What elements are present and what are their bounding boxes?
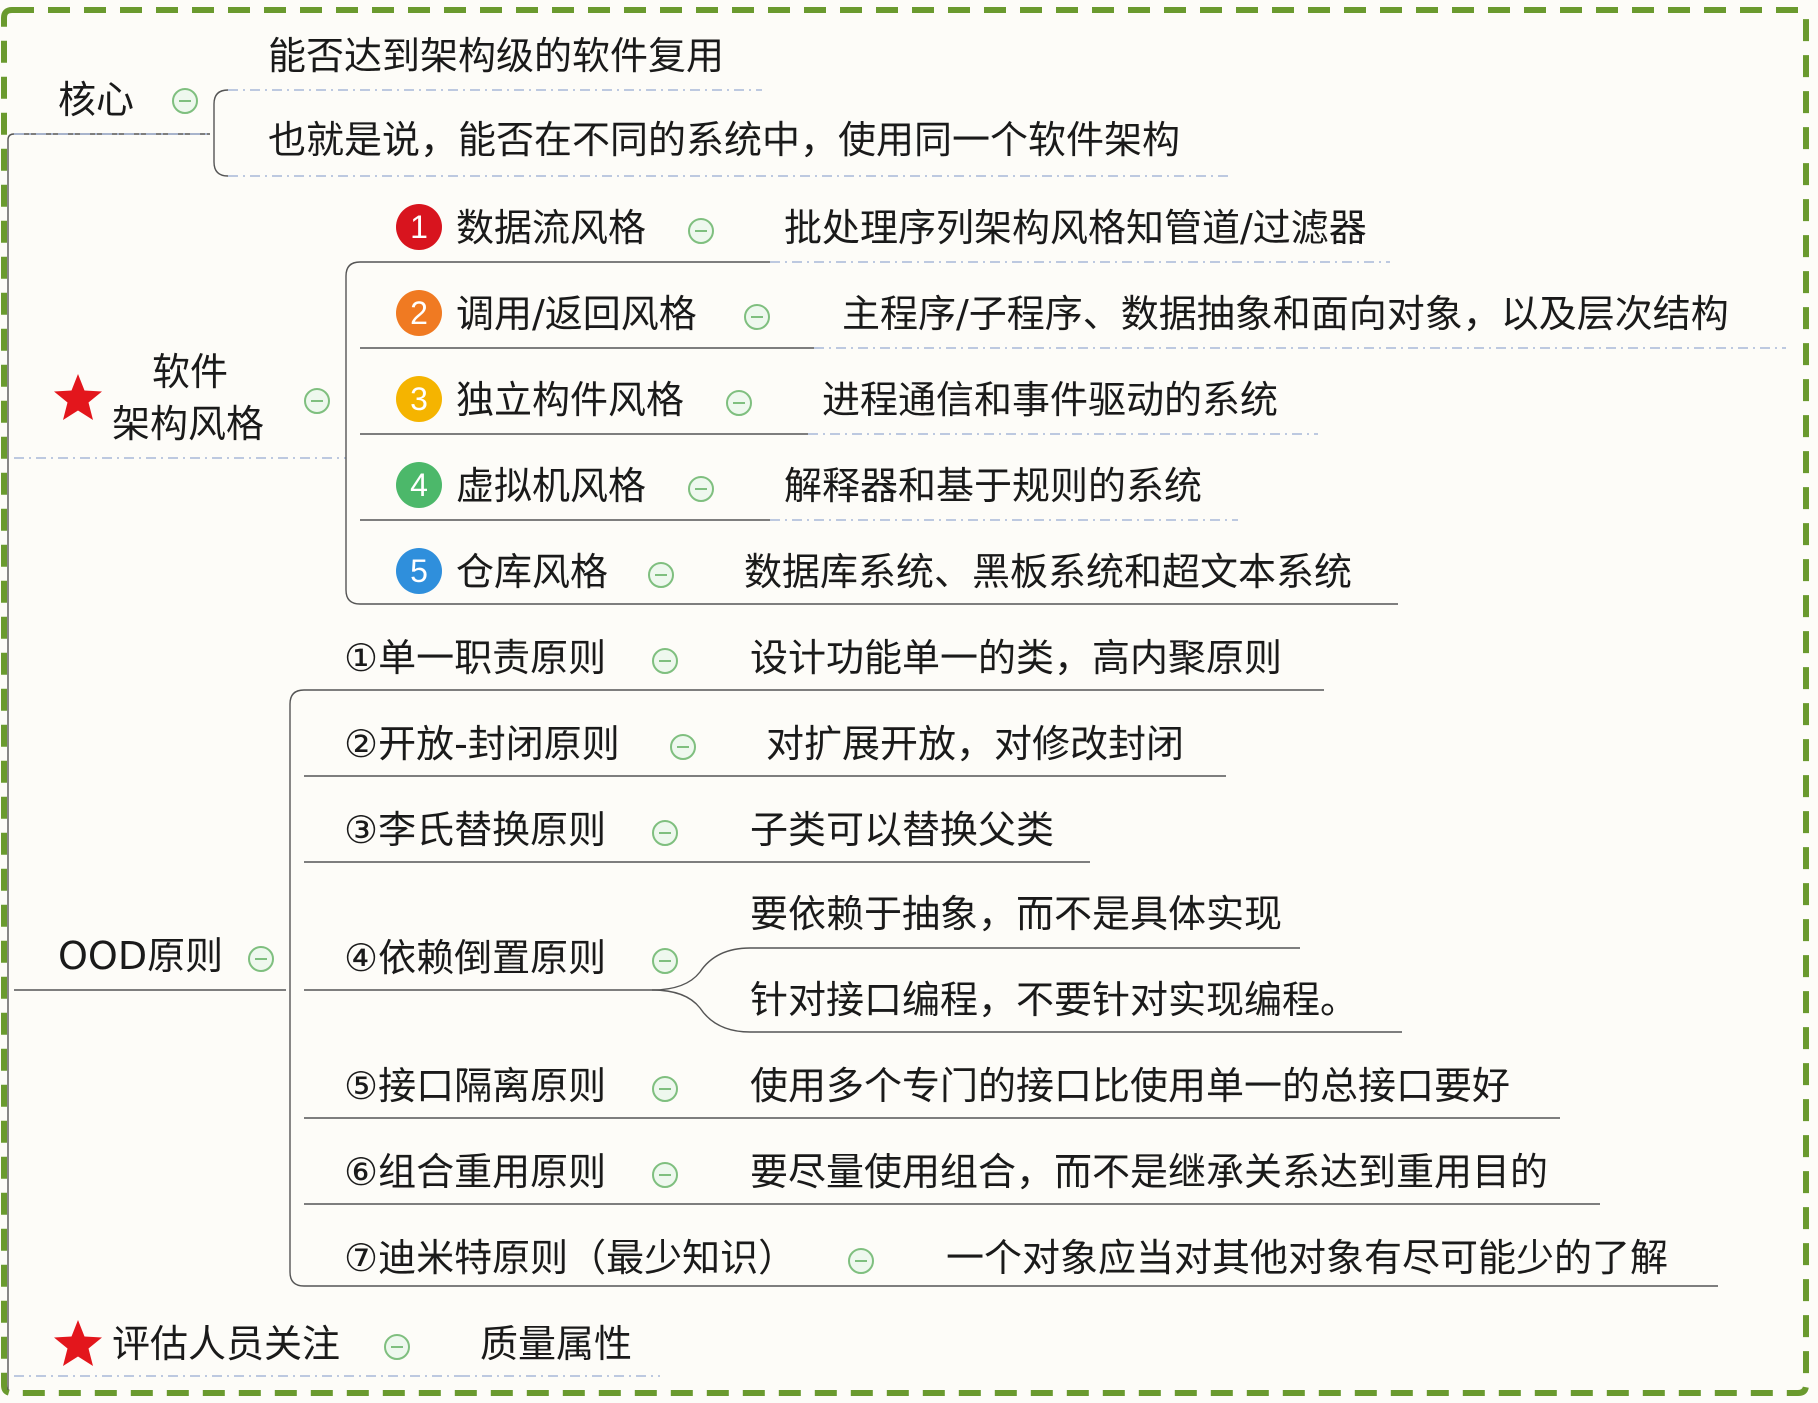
node-style-5[interactable]: 仓库风格 [456, 550, 608, 596]
node-style-3[interactable]: 独立构件风格 [456, 378, 684, 424]
collapse-icon[interactable] [670, 734, 696, 760]
node-ood-5[interactable]: ⑤接口隔离原则 [344, 1064, 606, 1110]
node-ood-3-desc[interactable]: 子类可以替换父类 [750, 808, 1054, 854]
node-style-2-desc[interactable]: 主程序/子程序、数据抽象和面向对象，以及层次结构 [842, 292, 1729, 338]
collapse-icon[interactable] [688, 476, 714, 502]
number-badge-3: 3 [396, 376, 442, 422]
node-ood-6[interactable]: ⑥组合重用原则 [344, 1150, 606, 1196]
collapse-icon[interactable] [384, 1334, 410, 1360]
bracket-styles [345, 261, 361, 605]
node-styles-line1[interactable]: 软件 [152, 350, 228, 396]
node-ood-1[interactable]: ①单一职责原则 [344, 636, 606, 682]
node-ood-4-desc-2[interactable]: 针对接口编程，不要针对实现编程。 [750, 978, 1358, 1024]
collapse-icon[interactable] [172, 88, 198, 114]
collapse-icon[interactable] [648, 562, 674, 588]
node-styles-line2[interactable]: 架构风格 [112, 402, 264, 448]
node-style-1[interactable]: 数据流风格 [456, 206, 646, 252]
node-ood-2-desc[interactable]: 对扩展开放，对修改封闭 [766, 722, 1184, 768]
collapse-icon[interactable] [848, 1248, 874, 1274]
number-badge-2: 2 [396, 290, 442, 336]
node-core-child-1[interactable]: 能否达到架构级的软件复用 [268, 34, 724, 80]
collapse-icon[interactable] [744, 304, 770, 330]
node-core[interactable]: 核心 [58, 78, 134, 124]
node-style-5-desc[interactable]: 数据库系统、黑板系统和超文本系统 [744, 550, 1352, 596]
bracket-core [213, 89, 229, 177]
collapse-icon[interactable] [652, 1162, 678, 1188]
mind-map: 核心 能否达到架构级的软件复用 也就是说，能否在不同的系统中，使用同一个软件架构… [0, 0, 1818, 1403]
node-style-4[interactable]: 虚拟机风格 [456, 464, 646, 510]
number-badge-5: 5 [396, 548, 442, 594]
node-core-child-2[interactable]: 也就是说，能否在不同的系统中，使用同一个软件架构 [268, 118, 1180, 164]
node-ood-4[interactable]: ④依赖倒置原则 [344, 936, 606, 982]
node-style-2[interactable]: 调用/返回风格 [456, 292, 697, 338]
node-style-4-desc[interactable]: 解释器和基于规则的系统 [784, 464, 1202, 510]
collapse-icon[interactable] [652, 820, 678, 846]
star-icon [54, 374, 102, 420]
node-ood-7[interactable]: ⑦迪米特原则（最少知识） [344, 1236, 796, 1282]
node-ood[interactable]: OOD原则 [58, 934, 223, 980]
node-ood-2[interactable]: ②开放-封闭原则 [344, 722, 620, 768]
node-ood-4-desc-1[interactable]: 要依赖于抽象，而不是具体实现 [750, 892, 1282, 938]
node-evaluator-desc[interactable]: 质量属性 [480, 1322, 632, 1368]
node-ood-5-desc[interactable]: 使用多个专门的接口比使用单一的总接口要好 [750, 1064, 1510, 1110]
node-style-3-desc[interactable]: 进程通信和事件驱动的系统 [822, 378, 1278, 424]
star-icon [54, 1320, 102, 1366]
node-style-1-desc[interactable]: 批处理序列架构风格知管道/过滤器 [784, 206, 1367, 252]
collapse-icon[interactable] [688, 218, 714, 244]
bracket-ood [289, 689, 305, 1287]
node-ood-3[interactable]: ③李氏替换原则 [344, 808, 606, 854]
node-ood-1-desc[interactable]: 设计功能单一的类，高内聚原则 [750, 636, 1282, 682]
collapse-icon[interactable] [652, 1076, 678, 1102]
collapse-icon[interactable] [652, 648, 678, 674]
collapse-icon[interactable] [304, 388, 330, 414]
number-badge-1: 1 [396, 204, 442, 250]
spine-core [7, 133, 210, 141]
collapse-icon[interactable] [652, 948, 678, 974]
node-ood-7-desc[interactable]: 一个对象应当对其他对象有尽可能少的了解 [946, 1236, 1668, 1282]
collapse-icon[interactable] [726, 390, 752, 416]
number-badge-4: 4 [396, 462, 442, 508]
node-ood-6-desc[interactable]: 要尽量使用组合，而不是继承关系达到重用目的 [750, 1150, 1548, 1196]
collapse-icon[interactable] [248, 946, 274, 972]
node-evaluator[interactable]: 评估人员关注 [112, 1322, 340, 1368]
